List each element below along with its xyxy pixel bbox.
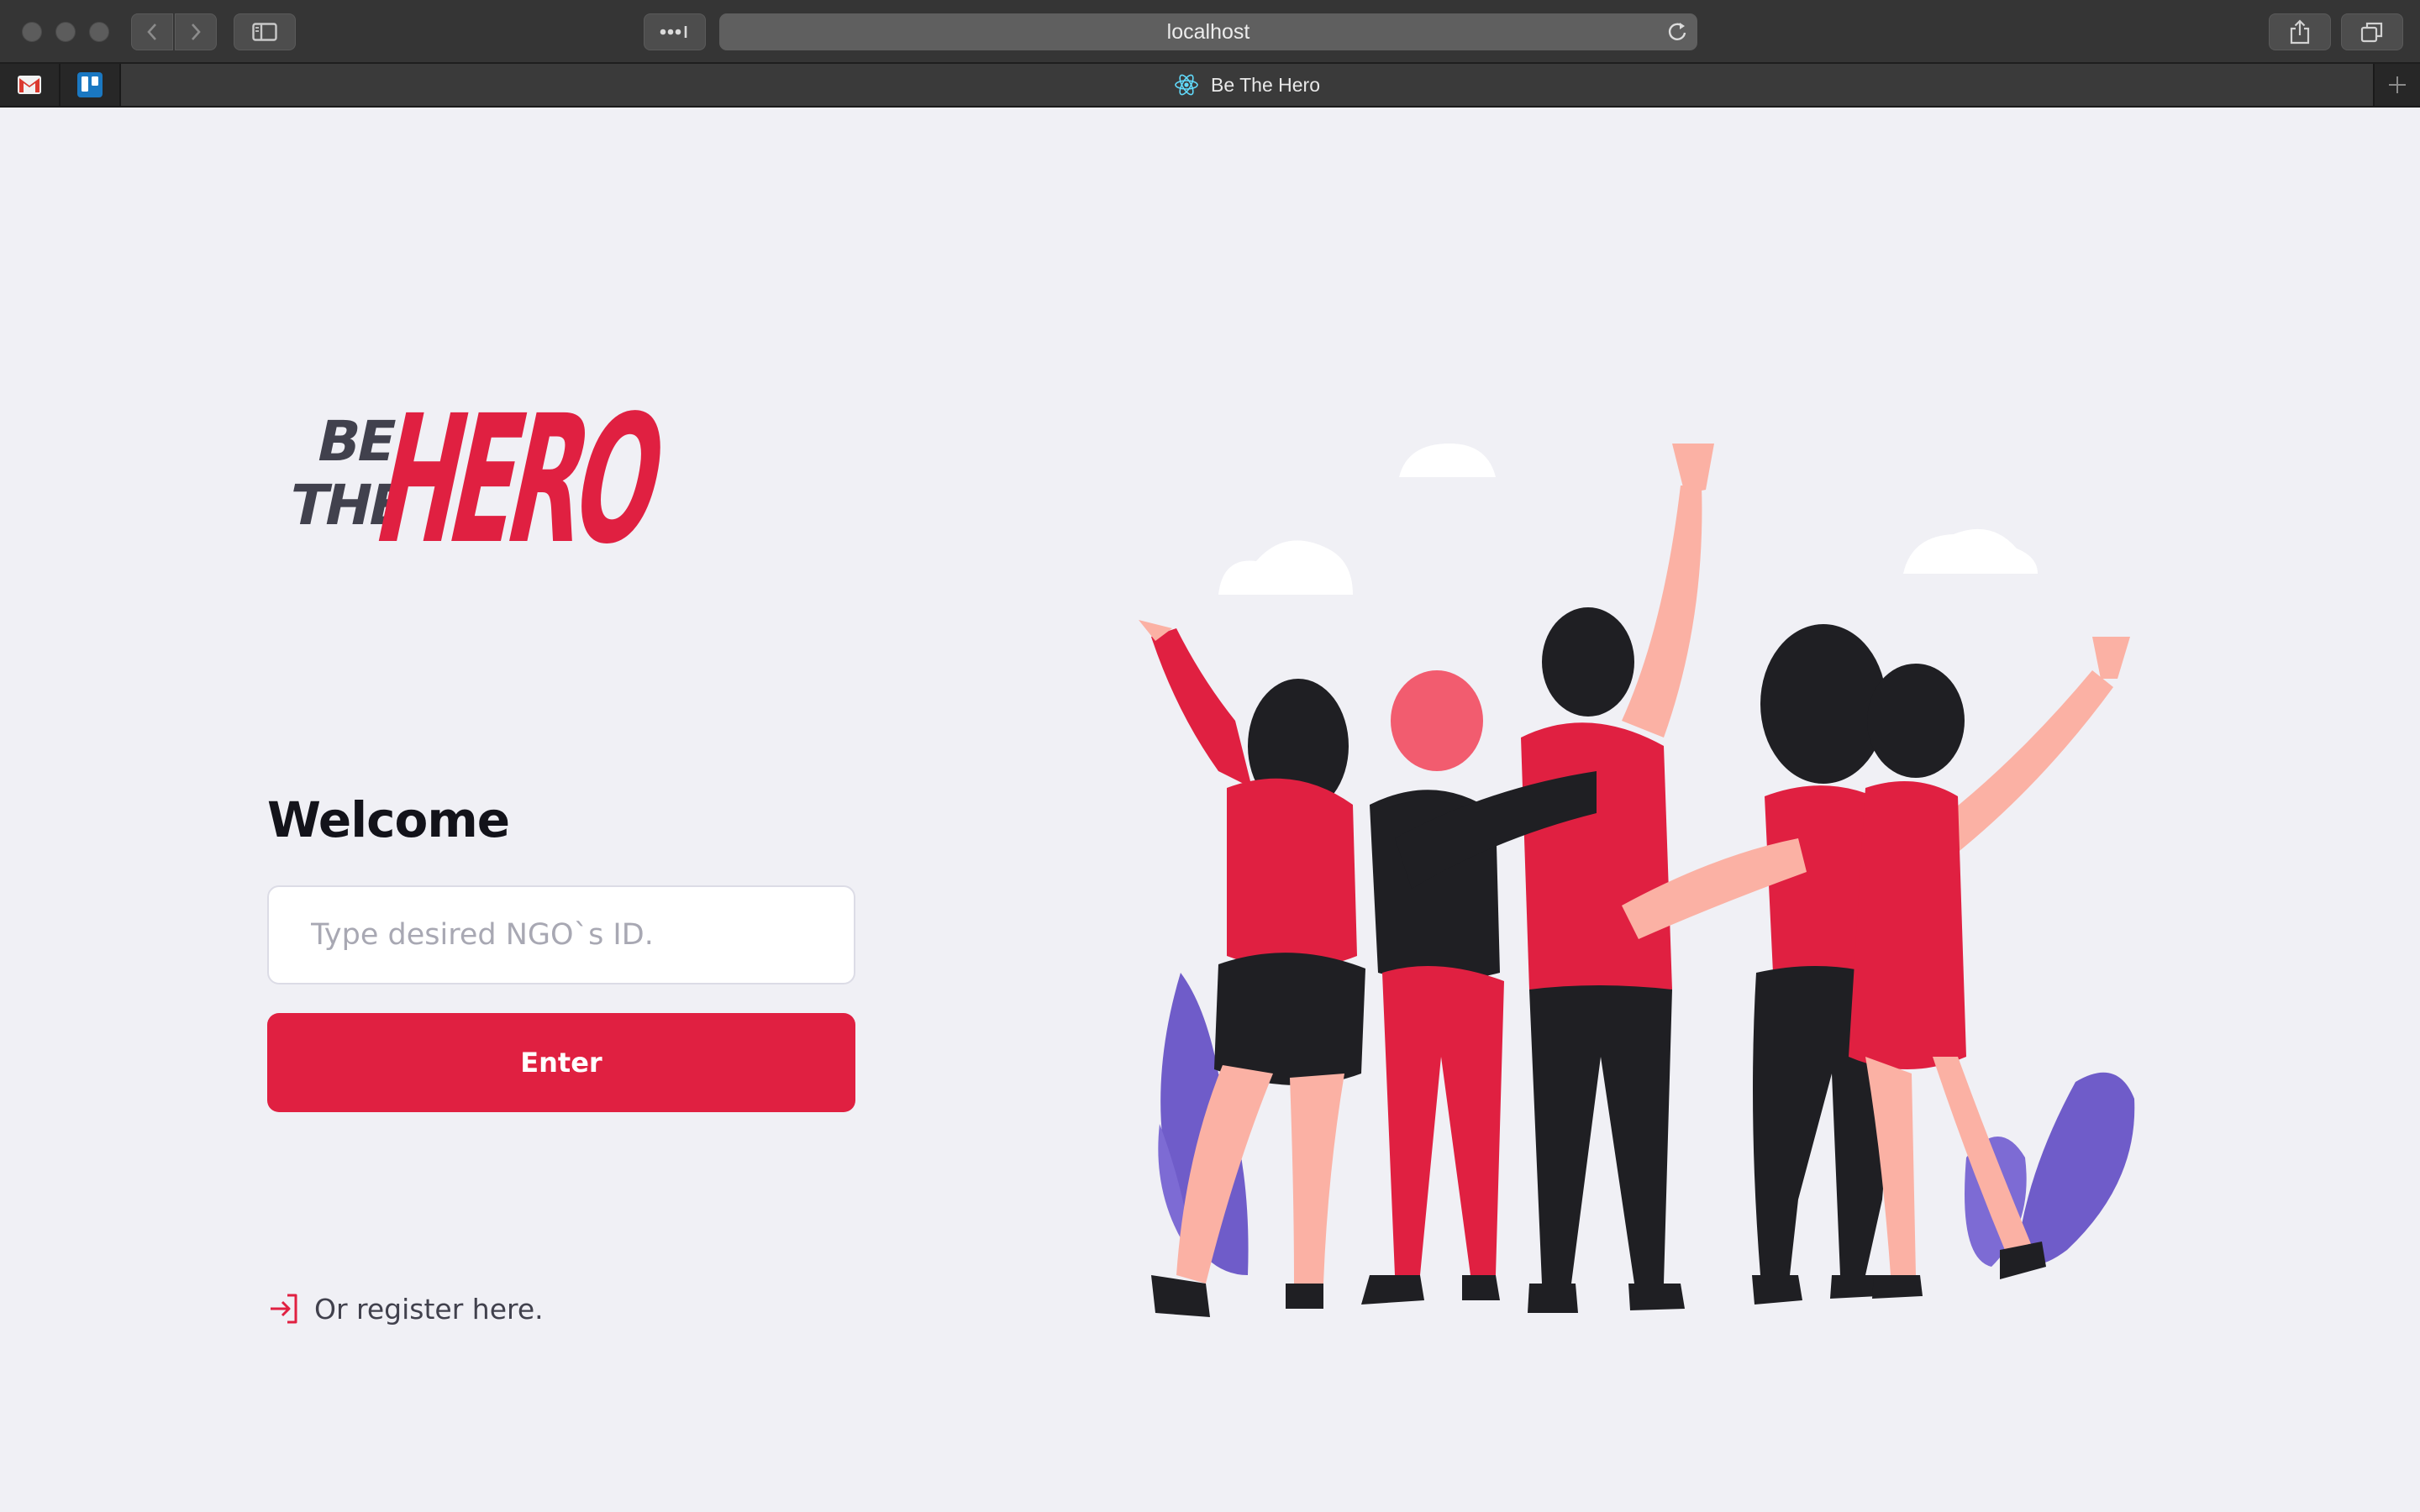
register-link[interactable]: Or register here. [267, 1292, 544, 1326]
reload-icon[interactable] [1665, 20, 1689, 44]
person-red-hair [1361, 670, 1504, 1305]
enter-button[interactable]: Enter [267, 1013, 855, 1112]
pinned-tab-gmail[interactable] [0, 64, 60, 106]
heroes-illustration [1139, 444, 2135, 1317]
reader-icon [660, 26, 687, 38]
react-icon [1175, 74, 1198, 96]
new-tab-button[interactable] [2373, 64, 2420, 106]
tab-title: Be The Hero [1211, 73, 1320, 96]
browser-toolbar: localhost [0, 0, 2420, 64]
close-window-button[interactable] [22, 22, 42, 42]
tab-overview-button[interactable] [2341, 13, 2403, 50]
chevron-right-icon [192, 24, 201, 40]
clouds [1218, 444, 2038, 595]
logo-word-hero: HERO [361, 378, 678, 570]
sidebar-icon [252, 23, 277, 41]
forward-button[interactable] [175, 13, 217, 50]
sidebar-toggle-button[interactable] [234, 13, 296, 50]
gmail-icon [18, 76, 41, 94]
register-link-label: Or register here. [314, 1292, 544, 1326]
plus-icon [2389, 76, 2406, 93]
page-content: BE THE HERO Welcome Enter Or register he… [0, 108, 2420, 1512]
page-title: Welcome [267, 790, 510, 848]
back-button[interactable] [131, 13, 173, 50]
ngo-id-input[interactable] [267, 885, 855, 984]
minimize-window-button[interactable] [55, 22, 76, 42]
browser-window: localhost Be The Hero BE THE HERO Welcom… [0, 0, 2420, 1512]
log-in-icon [271, 1294, 297, 1324]
share-button[interactable] [2269, 13, 2331, 50]
tab-bar: Be The Hero [0, 64, 2420, 108]
trello-icon [77, 72, 103, 97]
tab-be-the-hero[interactable]: Be The Hero [121, 64, 2373, 106]
be-the-hero-logo: BE THE HERO [283, 378, 678, 570]
address-bar[interactable]: localhost [719, 13, 1697, 50]
share-icon [2290, 19, 2310, 45]
tabs-overview-icon [2360, 22, 2383, 43]
reader-button[interactable] [644, 13, 706, 50]
chevron-left-icon [147, 24, 156, 40]
zoom-window-button[interactable] [89, 22, 109, 42]
address-url: localhost [1166, 19, 1250, 44]
pinned-tab-trello[interactable] [60, 64, 121, 106]
